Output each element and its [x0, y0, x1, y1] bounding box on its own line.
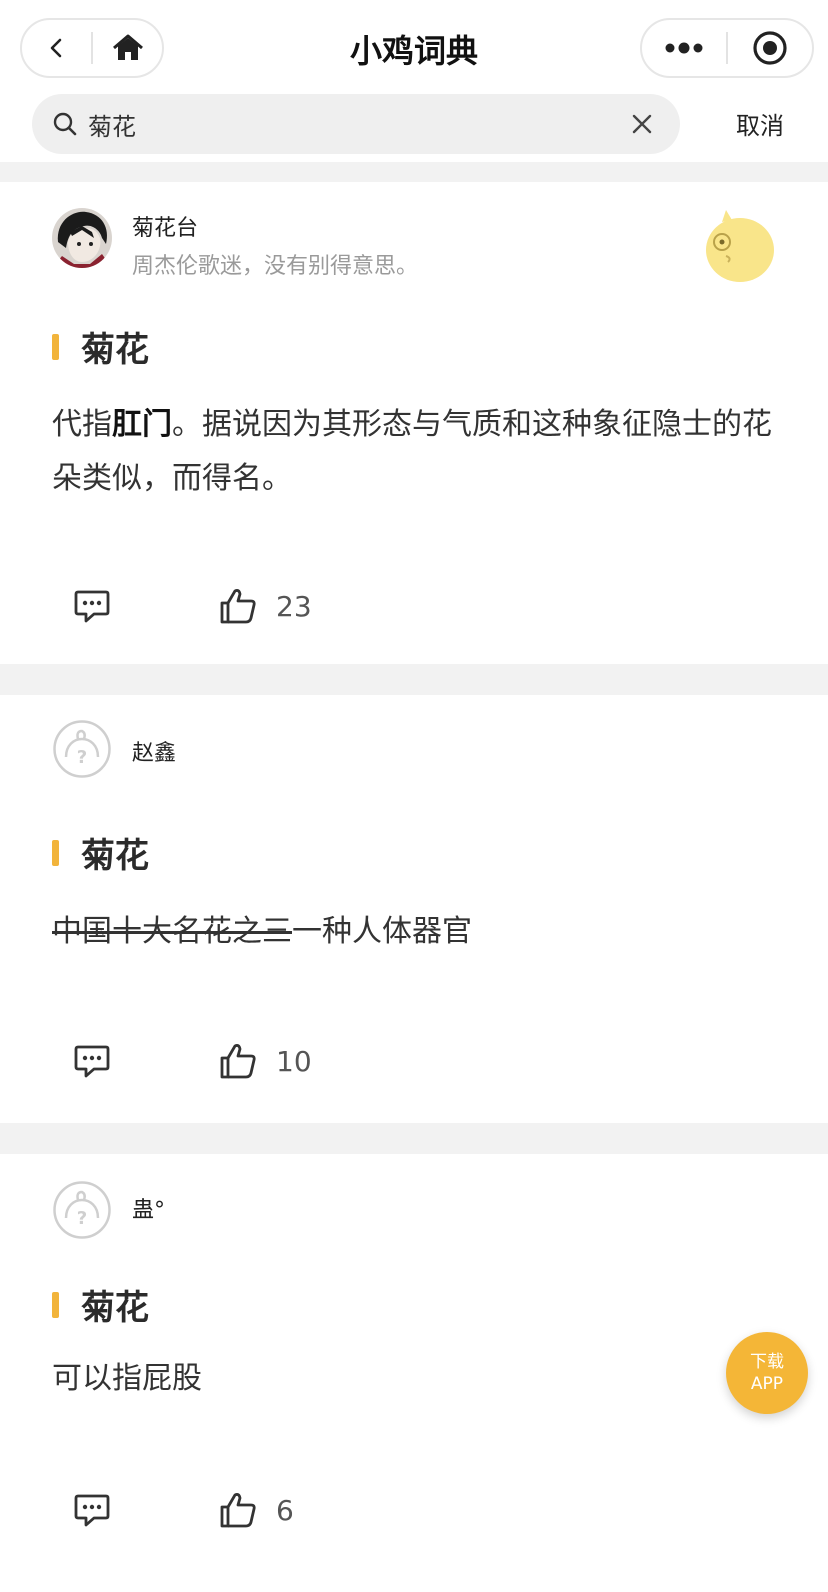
user-bio: 周杰伦歌迷，没有别得意思。	[132, 254, 419, 279]
username[interactable]: 赵鑫	[132, 735, 176, 767]
entry-card: ? 蛊° 菊花 可以指屁股 6	[0, 1154, 828, 1592]
like-button[interactable]: 6	[218, 1490, 294, 1530]
entry-card: 菊花台 周杰伦歌迷，没有别得意思。 菊花 代指肛门。据说因为其形态与气质和这种象…	[0, 182, 828, 664]
close-icon	[632, 114, 652, 134]
username[interactable]: 菊花台	[132, 210, 198, 242]
chick-badge-icon	[696, 202, 778, 284]
search-bar	[32, 94, 680, 154]
word-title: 菊花	[81, 330, 149, 370]
accent-bar	[52, 1291, 59, 1318]
top-bar: 小鸡词典 取	[0, 0, 828, 162]
accent-bar	[52, 333, 59, 360]
download-app-label: 下载	[750, 1352, 784, 1372]
definition-highlight: 肛门	[112, 407, 172, 442]
entry-actions: 6	[70, 1488, 294, 1532]
entry-card: ? 赵鑫 菊花 中国十大名花之三一种人体器官 10	[0, 695, 828, 1123]
cancel-button[interactable]: 取消	[710, 106, 810, 141]
definition-text: 一种人体器官	[292, 914, 472, 949]
thumbs-up-icon	[220, 1044, 256, 1079]
comment-button[interactable]	[70, 1488, 114, 1532]
clear-search-button[interactable]	[620, 102, 664, 146]
like-count: 6	[276, 1493, 294, 1527]
like-count: 10	[276, 1044, 312, 1078]
entry-word: 菊花	[52, 1280, 149, 1329]
entry-word: 菊花	[52, 828, 149, 877]
avatar-placeholder-icon[interactable]: ?	[52, 719, 112, 779]
definition: 可以指屁股	[52, 1361, 202, 1396]
entry-actions: 10	[70, 1039, 312, 1083]
more-button[interactable]	[642, 20, 726, 76]
thumbs-up-icon	[220, 1493, 256, 1528]
comment-icon	[74, 1494, 110, 1527]
comment-button[interactable]	[70, 584, 114, 628]
avatar[interactable]	[52, 208, 112, 268]
thumbs-up-icon	[220, 589, 256, 624]
word-title: 菊花	[81, 836, 149, 876]
username[interactable]: 蛊°	[132, 1192, 165, 1224]
like-count: 23	[276, 589, 312, 623]
comment-button[interactable]	[70, 1039, 114, 1083]
download-app-label: APP	[750, 1374, 784, 1394]
like-button[interactable]: 10	[218, 1041, 312, 1081]
comment-icon	[74, 1045, 110, 1078]
search-icon	[50, 109, 80, 139]
definition: 代指肛门。据说因为其形态与气质和这种象征隐士的花朵类似，而得名。	[52, 398, 772, 506]
accent-bar	[52, 839, 59, 866]
close-miniprogram-button[interactable]	[728, 20, 812, 76]
definition-text: 代指	[52, 407, 112, 442]
entry-word: 菊花	[52, 322, 149, 371]
definition: 中国十大名花之三一种人体器官	[52, 905, 772, 959]
avatar-placeholder-icon[interactable]: ?	[52, 1180, 112, 1240]
target-circle-icon	[753, 31, 787, 65]
more-dots-icon	[665, 42, 703, 54]
svg-text:?: ?	[77, 1208, 87, 1229]
definition-struck-text: 中国十大名花之三	[52, 914, 292, 949]
word-title: 菊花	[81, 1288, 149, 1328]
nav-capsule-right	[640, 18, 814, 78]
like-button[interactable]: 23	[218, 586, 312, 626]
search-input[interactable]	[88, 94, 620, 154]
svg-text:?: ?	[77, 747, 87, 768]
comment-icon	[74, 590, 110, 623]
download-app-button[interactable]: 下载 APP	[726, 1332, 808, 1414]
entry-actions: 23	[70, 584, 312, 628]
